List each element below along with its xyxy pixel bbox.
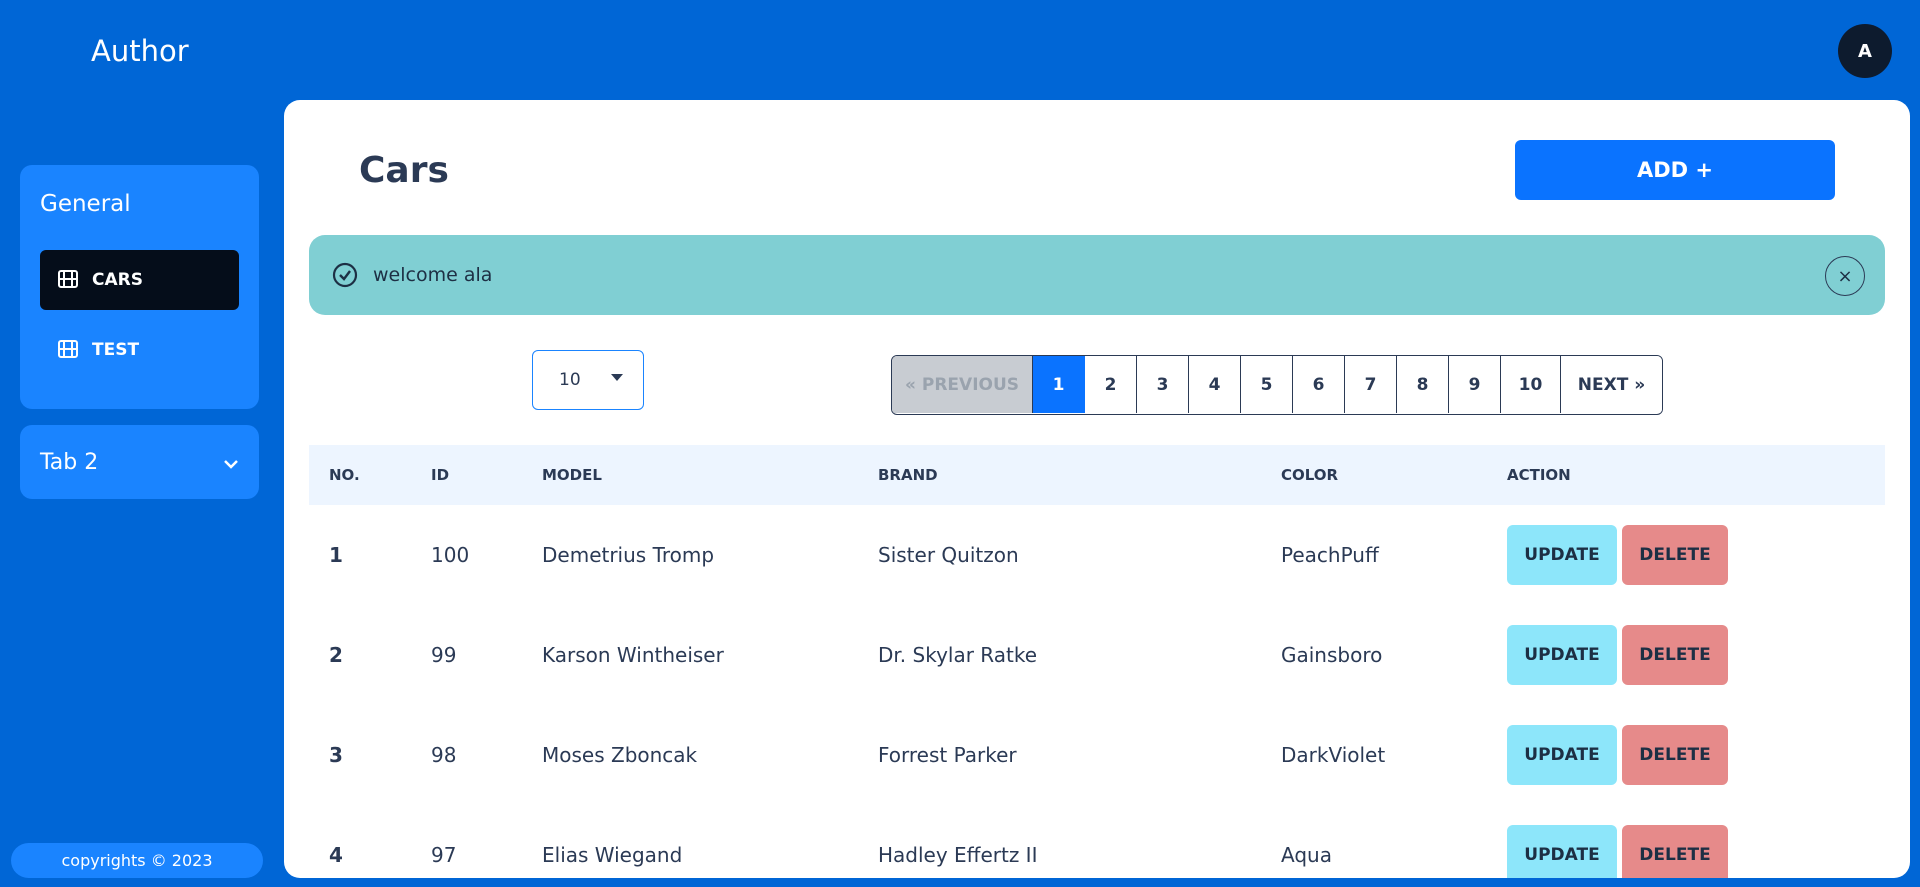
column-header-no: NO. xyxy=(329,466,360,484)
cell-color: PeachPuff xyxy=(1281,543,1379,567)
sidebar-item-test[interactable]: TEST xyxy=(40,320,239,380)
cell-model: Demetrius Tromp xyxy=(542,543,715,567)
cell-id: 100 xyxy=(431,543,470,567)
pagination-page[interactable]: 1 xyxy=(1033,356,1085,413)
pagination-previous[interactable]: « PREVIOUS xyxy=(892,356,1033,413)
cell-model: Karson Wintheiser xyxy=(542,643,724,667)
table-header: NO. ID MODEL BRAND COLOR ACTION xyxy=(309,445,1885,505)
pagination-next[interactable]: NEXT » xyxy=(1561,356,1662,413)
cell-model: Elias Wiegand xyxy=(542,843,683,867)
pagination-page[interactable]: 2 xyxy=(1085,356,1137,413)
film-icon xyxy=(58,340,80,360)
column-header-color: COLOR xyxy=(1281,466,1339,484)
pagination-page[interactable]: 8 xyxy=(1397,356,1449,413)
page-title: Cars xyxy=(359,150,449,191)
sidebar-item-label: TEST xyxy=(92,340,140,360)
cell-model: Moses Zboncak xyxy=(542,743,698,767)
cell-id: 98 xyxy=(431,743,457,767)
table-row: 4 97 Elias Wiegand Hadley Effertz II Aqu… xyxy=(309,805,1885,878)
cell-id: 99 xyxy=(431,643,457,667)
cell-no: 2 xyxy=(329,643,343,667)
page-size-select[interactable]: 10 xyxy=(532,350,644,410)
film-icon xyxy=(58,270,80,290)
tab2-label: Tab 2 xyxy=(40,449,99,475)
delete-button[interactable]: DELETE xyxy=(1622,825,1728,878)
pagination-page[interactable]: 9 xyxy=(1449,356,1501,413)
main-panel: Cars ADD + welcome ala × 10 « PREVIOUS 1… xyxy=(284,100,1910,878)
sidebar-general-card: General CARS TEST xyxy=(20,165,259,409)
cell-brand: Hadley Effertz II xyxy=(878,843,1038,867)
avatar[interactable]: A xyxy=(1838,24,1892,78)
column-header-model: MODEL xyxy=(542,466,602,484)
pagination-page[interactable]: 7 xyxy=(1345,356,1397,413)
column-header-id: ID xyxy=(431,466,450,484)
cell-brand: Dr. Skylar Ratke xyxy=(878,643,1038,667)
alert-message: welcome ala xyxy=(373,264,493,286)
page-size-value: 10 xyxy=(559,370,581,390)
table-row: 2 99 Karson Wintheiser Dr. Skylar Ratke … xyxy=(309,605,1885,705)
check-circle-icon xyxy=(331,261,359,289)
cell-color: Gainsboro xyxy=(1281,643,1383,667)
update-button[interactable]: UPDATE xyxy=(1507,625,1617,685)
cell-color: Aqua xyxy=(1281,843,1332,867)
sidebar-group-title: General xyxy=(40,191,131,217)
cell-actions: UPDATE DELETE xyxy=(1507,505,1728,605)
pagination: « PREVIOUS 1 2 3 4 5 6 7 8 9 10 NEXT » xyxy=(891,355,1663,415)
update-button[interactable]: UPDATE xyxy=(1507,525,1617,585)
table-row: 1 100 Demetrius Tromp Sister Quitzon Pea… xyxy=(309,505,1885,605)
delete-button[interactable]: DELETE xyxy=(1622,725,1728,785)
cell-color: DarkViolet xyxy=(1281,743,1386,767)
column-header-action: ACTION xyxy=(1507,466,1571,484)
cell-actions: UPDATE DELETE xyxy=(1507,605,1728,705)
pagination-page[interactable]: 4 xyxy=(1189,356,1241,413)
footer-copyright: copyrights © 2023 xyxy=(11,843,263,878)
cell-no: 3 xyxy=(329,743,343,767)
cell-no: 4 xyxy=(329,843,343,867)
welcome-alert: welcome ala × xyxy=(309,235,1885,315)
pagination-page[interactable]: 10 xyxy=(1501,356,1561,413)
cell-actions: UPDATE DELETE xyxy=(1507,705,1728,805)
pagination-page[interactable]: 6 xyxy=(1293,356,1345,413)
cell-brand: Forrest Parker xyxy=(878,743,1017,767)
pagination-page[interactable]: 3 xyxy=(1137,356,1189,413)
pagination-page[interactable]: 5 xyxy=(1241,356,1293,413)
table-row: 3 98 Moses Zboncak Forrest Parker DarkVi… xyxy=(309,705,1885,805)
cell-brand: Sister Quitzon xyxy=(878,543,1019,567)
update-button[interactable]: UPDATE xyxy=(1507,725,1617,785)
app-title: Author xyxy=(91,34,189,68)
chevron-down-icon xyxy=(223,450,239,475)
close-icon[interactable]: × xyxy=(1825,256,1865,296)
sidebar-item-cars[interactable]: CARS xyxy=(40,250,239,310)
cell-id: 97 xyxy=(431,843,457,867)
sidebar-tab2[interactable]: Tab 2 xyxy=(20,425,259,499)
caret-down-icon xyxy=(611,374,623,381)
column-header-brand: BRAND xyxy=(878,466,938,484)
sidebar-item-label: CARS xyxy=(92,270,143,290)
cell-no: 1 xyxy=(329,543,343,567)
update-button[interactable]: UPDATE xyxy=(1507,825,1617,878)
delete-button[interactable]: DELETE xyxy=(1622,625,1728,685)
add-button[interactable]: ADD + xyxy=(1515,140,1835,200)
delete-button[interactable]: DELETE xyxy=(1622,525,1728,585)
cell-actions: UPDATE DELETE xyxy=(1507,805,1728,878)
